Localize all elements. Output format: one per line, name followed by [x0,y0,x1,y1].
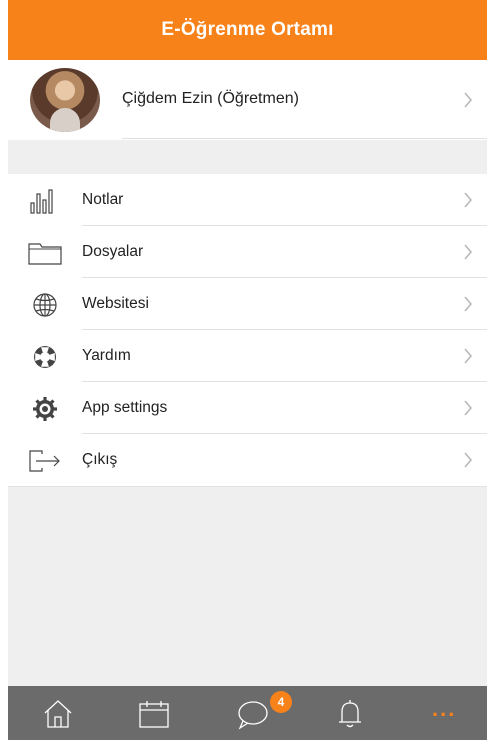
menu-item-websitesi[interactable]: Websitesi [8,278,487,330]
page-title: E-Öğrenme Ortamı [8,0,487,60]
chat-bubble-icon [238,701,268,730]
app-frame: E-Öğrenme Ortamı Çiğdem Ezin (Öğretmen) … [8,0,487,740]
chevron-right-icon [463,92,473,108]
menu-item-label: Yardım [82,347,131,364]
messages-badge: 4 [270,691,292,713]
folder-icon [28,240,62,266]
chevron-right-icon [463,244,473,260]
tab-notifications[interactable] [334,698,374,730]
menu-item-label: App settings [82,399,168,416]
globe-icon [28,292,62,318]
menu-item-label: Notlar [82,191,124,208]
menu-item-label: Dosyalar [82,243,144,260]
calendar-icon [139,701,169,728]
tab-home[interactable] [42,698,82,730]
menu-item-label: Çıkış [82,451,118,468]
profile-row[interactable]: Çiğdem Ezin (Öğretmen) [8,60,487,140]
menu-item-cikis[interactable]: Çıkış [8,434,487,486]
menu-item-dosyalar[interactable]: Dosyalar [8,226,487,278]
bar-chart-icon [28,188,62,214]
avatar [30,68,100,132]
divider [8,486,487,487]
menu-item-app-settings[interactable]: App settings [8,382,487,434]
tab-calendar[interactable] [138,698,178,730]
menu-item-notlar[interactable]: Notlar [8,174,487,226]
bell-icon [339,700,361,728]
chevron-right-icon [463,296,473,312]
chevron-right-icon [463,348,473,364]
menu-list: Notlar Dosyalar Websitesi Yardım App set… [8,174,487,487]
tab-bar: 4 ... [8,686,487,740]
logout-icon [28,448,62,474]
chevron-right-icon [463,400,473,416]
tab-more[interactable]: ... [432,696,472,728]
gear-icon [28,396,62,422]
menu-item-label: Websitesi [82,295,149,312]
home-icon [44,700,72,728]
profile-name: Çiğdem Ezin (Öğretmen) [122,90,299,107]
menu-item-yardim[interactable]: Yardım [8,330,487,382]
chevron-right-icon [463,192,473,208]
chevron-right-icon [463,452,473,468]
lifebuoy-icon [28,344,62,370]
divider [122,138,487,139]
